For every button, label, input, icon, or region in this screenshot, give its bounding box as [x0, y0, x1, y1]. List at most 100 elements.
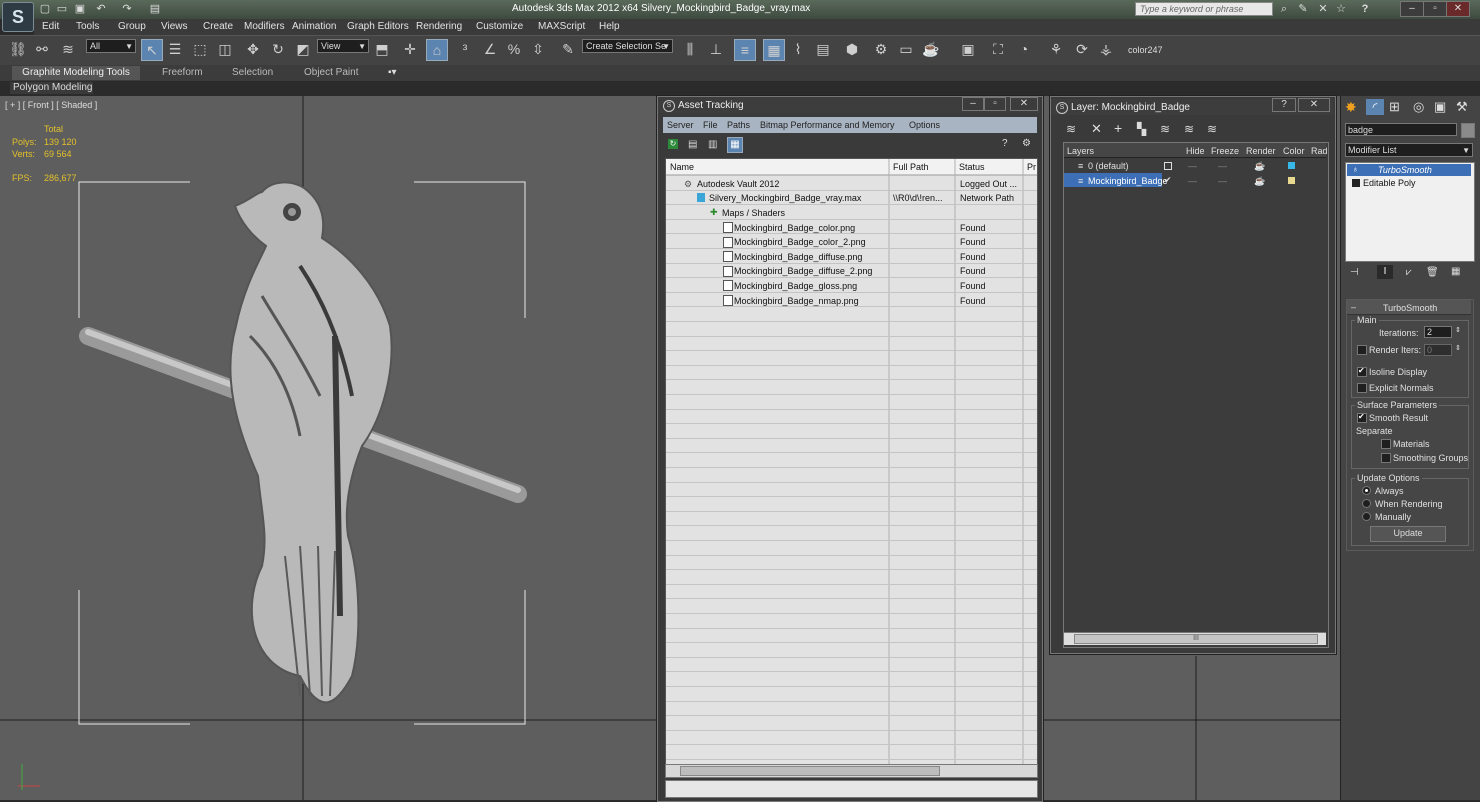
- new-file-icon[interactable]: ▢: [38, 2, 52, 16]
- layer-default-active-toggle[interactable]: [1164, 162, 1172, 170]
- angle-snap-icon[interactable]: ∠: [480, 39, 500, 59]
- curve-editor-icon[interactable]: ⌇: [788, 39, 808, 59]
- graphite-toggle-icon[interactable]: ▦: [763, 39, 785, 61]
- table-row-name[interactable]: Silvery_Mockingbird_Badge_vray.max: [709, 193, 861, 203]
- asset-minimize-button[interactable]: –: [962, 97, 984, 111]
- menu-modifiers[interactable]: Modifiers: [244, 21, 285, 32]
- smooth-result-checkbox[interactable]: [1357, 412, 1367, 423]
- col-pr[interactable]: Pr: [1027, 162, 1036, 172]
- table-view-icon[interactable]: ▦: [727, 137, 743, 153]
- object-name-input[interactable]: badge: [1345, 123, 1457, 136]
- tab-graphite-modeling-tools[interactable]: Graphite Modeling Tools: [12, 66, 140, 80]
- minimize-button[interactable]: –: [1400, 1, 1424, 17]
- stack-item-editable-poly[interactable]: Editable Poly: [1363, 178, 1416, 188]
- rotate-icon[interactable]: ↻: [268, 39, 288, 59]
- render-setup-icon[interactable]: ⚙: [871, 39, 891, 59]
- layer-manager-icon[interactable]: ≡: [734, 39, 756, 61]
- material-editor-icon[interactable]: ⬢: [842, 39, 862, 59]
- update-button[interactable]: Update: [1370, 526, 1446, 542]
- layer-scroll-thumb[interactable]: III: [1074, 634, 1318, 644]
- scatter-icon[interactable]: ⚶: [1096, 39, 1116, 59]
- maximize-button[interactable]: ▫: [1423, 1, 1447, 17]
- show-end-result-icon[interactable]: I: [1377, 265, 1393, 279]
- table-row-name[interactable]: Mockingbird_Badge_diffuse_2.png: [734, 266, 872, 276]
- xref-icon[interactable]: ⚘: [1046, 39, 1066, 59]
- list-view-icon[interactable]: ▤: [688, 139, 697, 150]
- bind-space-warp-icon[interactable]: ≋: [58, 39, 78, 59]
- asset-status-field[interactable]: [665, 780, 1038, 798]
- add-to-layer-icon[interactable]: +: [1114, 120, 1122, 136]
- layer-default-freeze[interactable]: —: [1218, 161, 1227, 171]
- modifier-bulb-icon[interactable]: ♁: [1352, 164, 1359, 174]
- keyboard-shortcut-override-icon[interactable]: ⌂: [426, 39, 448, 61]
- asset-maximize-button[interactable]: ▫: [984, 97, 1006, 111]
- object-color-swatch[interactable]: [1461, 123, 1475, 138]
- communication-icon[interactable]: ✕: [1316, 2, 1330, 16]
- asset-menu-file[interactable]: File: [703, 120, 718, 130]
- highlight-layer-icon[interactable]: ≋: [1160, 122, 1170, 136]
- viewport-label[interactable]: [ + ] [ Front ] [ Shaded ]: [5, 100, 97, 110]
- select-object-icon[interactable]: ↖: [141, 39, 163, 61]
- binoculars-icon[interactable]: ⌕: [1277, 2, 1291, 16]
- when-rendering-radio[interactable]: [1362, 499, 1371, 508]
- undo-icon[interactable]: ↶: [94, 2, 108, 16]
- modifier-list-dropdown[interactable]: Modifier List ▼: [1345, 143, 1473, 157]
- menu-rendering[interactable]: Rendering: [416, 21, 462, 32]
- layer-help-button[interactable]: ?: [1272, 98, 1296, 112]
- move-icon[interactable]: ✥: [243, 39, 263, 59]
- tools-icon[interactable]: ✎: [1296, 2, 1310, 16]
- modify-tab-icon[interactable]: ◜: [1366, 99, 1384, 115]
- redo-icon[interactable]: ↷: [120, 2, 134, 16]
- refresh-icon[interactable]: ⟳: [1072, 39, 1092, 59]
- hierarchy-tab-icon[interactable]: ⊞: [1389, 99, 1400, 115]
- table-row-name[interactable]: Mockingbird_Badge_gloss.png: [734, 281, 857, 291]
- stack-item-turbosmooth[interactable]: TurboSmooth: [1378, 165, 1432, 175]
- layer-col-freeze[interactable]: Freeze: [1211, 146, 1239, 156]
- pin-stack-icon[interactable]: ⊣: [1350, 267, 1359, 278]
- remove-modifier-icon[interactable]: 🗑: [1426, 267, 1439, 278]
- layer-col-render[interactable]: Render: [1246, 146, 1276, 156]
- layer-col-hide[interactable]: Hide: [1186, 146, 1205, 156]
- materials-checkbox[interactable]: [1381, 439, 1391, 449]
- pivot-center-icon[interactable]: ⬒: [372, 39, 392, 59]
- project-folder-icon[interactable]: ▤: [148, 2, 162, 16]
- favorites-star-icon[interactable]: ☆: [1334, 2, 1348, 16]
- help-icon[interactable]: ?: [1358, 2, 1372, 16]
- menu-create[interactable]: Create: [203, 21, 233, 32]
- table-row-name[interactable]: Mockingbird_Badge_color_2.png: [734, 237, 866, 247]
- delete-layer-icon[interactable]: ✕: [1091, 121, 1102, 137]
- explicit-normals-checkbox[interactable]: [1357, 383, 1367, 393]
- layer-mockingbird-hide[interactable]: —: [1188, 176, 1197, 186]
- save-file-icon[interactable]: ▣: [73, 2, 87, 16]
- link-icon[interactable]: ⛓: [8, 39, 28, 59]
- layer-col-rad[interactable]: Rad: [1311, 146, 1328, 156]
- render-iters-input[interactable]: 0: [1424, 344, 1452, 356]
- ribbon-options-icon[interactable]: ▪▾: [388, 67, 397, 78]
- asset-menu-options[interactable]: Options: [909, 120, 940, 130]
- refresh-assets-icon[interactable]: ↻: [668, 139, 678, 149]
- layer-row-default[interactable]: 0 (default): [1088, 161, 1129, 171]
- percent-snap-icon[interactable]: %: [504, 39, 524, 59]
- layer-default-hide[interactable]: —: [1188, 161, 1197, 171]
- table-row-name[interactable]: Maps / Shaders: [722, 208, 785, 218]
- expand-toggle-icon[interactable]: [1352, 179, 1360, 187]
- asset-menu-paths[interactable]: Paths: [727, 120, 750, 130]
- freeze-all-icon[interactable]: ≋: [1207, 122, 1217, 136]
- isoline-display-checkbox[interactable]: [1357, 366, 1367, 377]
- render-production-icon[interactable]: ☕: [921, 39, 941, 59]
- menu-graph-editors[interactable]: Graph Editors: [347, 21, 409, 32]
- smoothing-groups-checkbox[interactable]: [1381, 453, 1391, 463]
- layer-mockingbird-freeze[interactable]: —: [1218, 176, 1227, 186]
- tab-object-paint[interactable]: Object Paint: [304, 67, 358, 78]
- col-name[interactable]: Name: [670, 162, 694, 172]
- table-row-name[interactable]: Mockingbird_Badge_nmap.png: [734, 296, 859, 306]
- search-input[interactable]: Type a keyword or phrase: [1135, 2, 1273, 16]
- make-unique-icon[interactable]: ⩗: [1406, 267, 1412, 278]
- edit-named-selection-icon[interactable]: ✎: [558, 39, 578, 59]
- menu-group[interactable]: Group: [118, 21, 146, 32]
- menu-customize[interactable]: Customize: [476, 21, 523, 32]
- always-radio[interactable]: [1362, 486, 1371, 495]
- col-status[interactable]: Status: [959, 162, 985, 172]
- scale-icon[interactable]: ◩: [293, 39, 313, 59]
- select-manipulate-icon[interactable]: ✛: [400, 39, 420, 59]
